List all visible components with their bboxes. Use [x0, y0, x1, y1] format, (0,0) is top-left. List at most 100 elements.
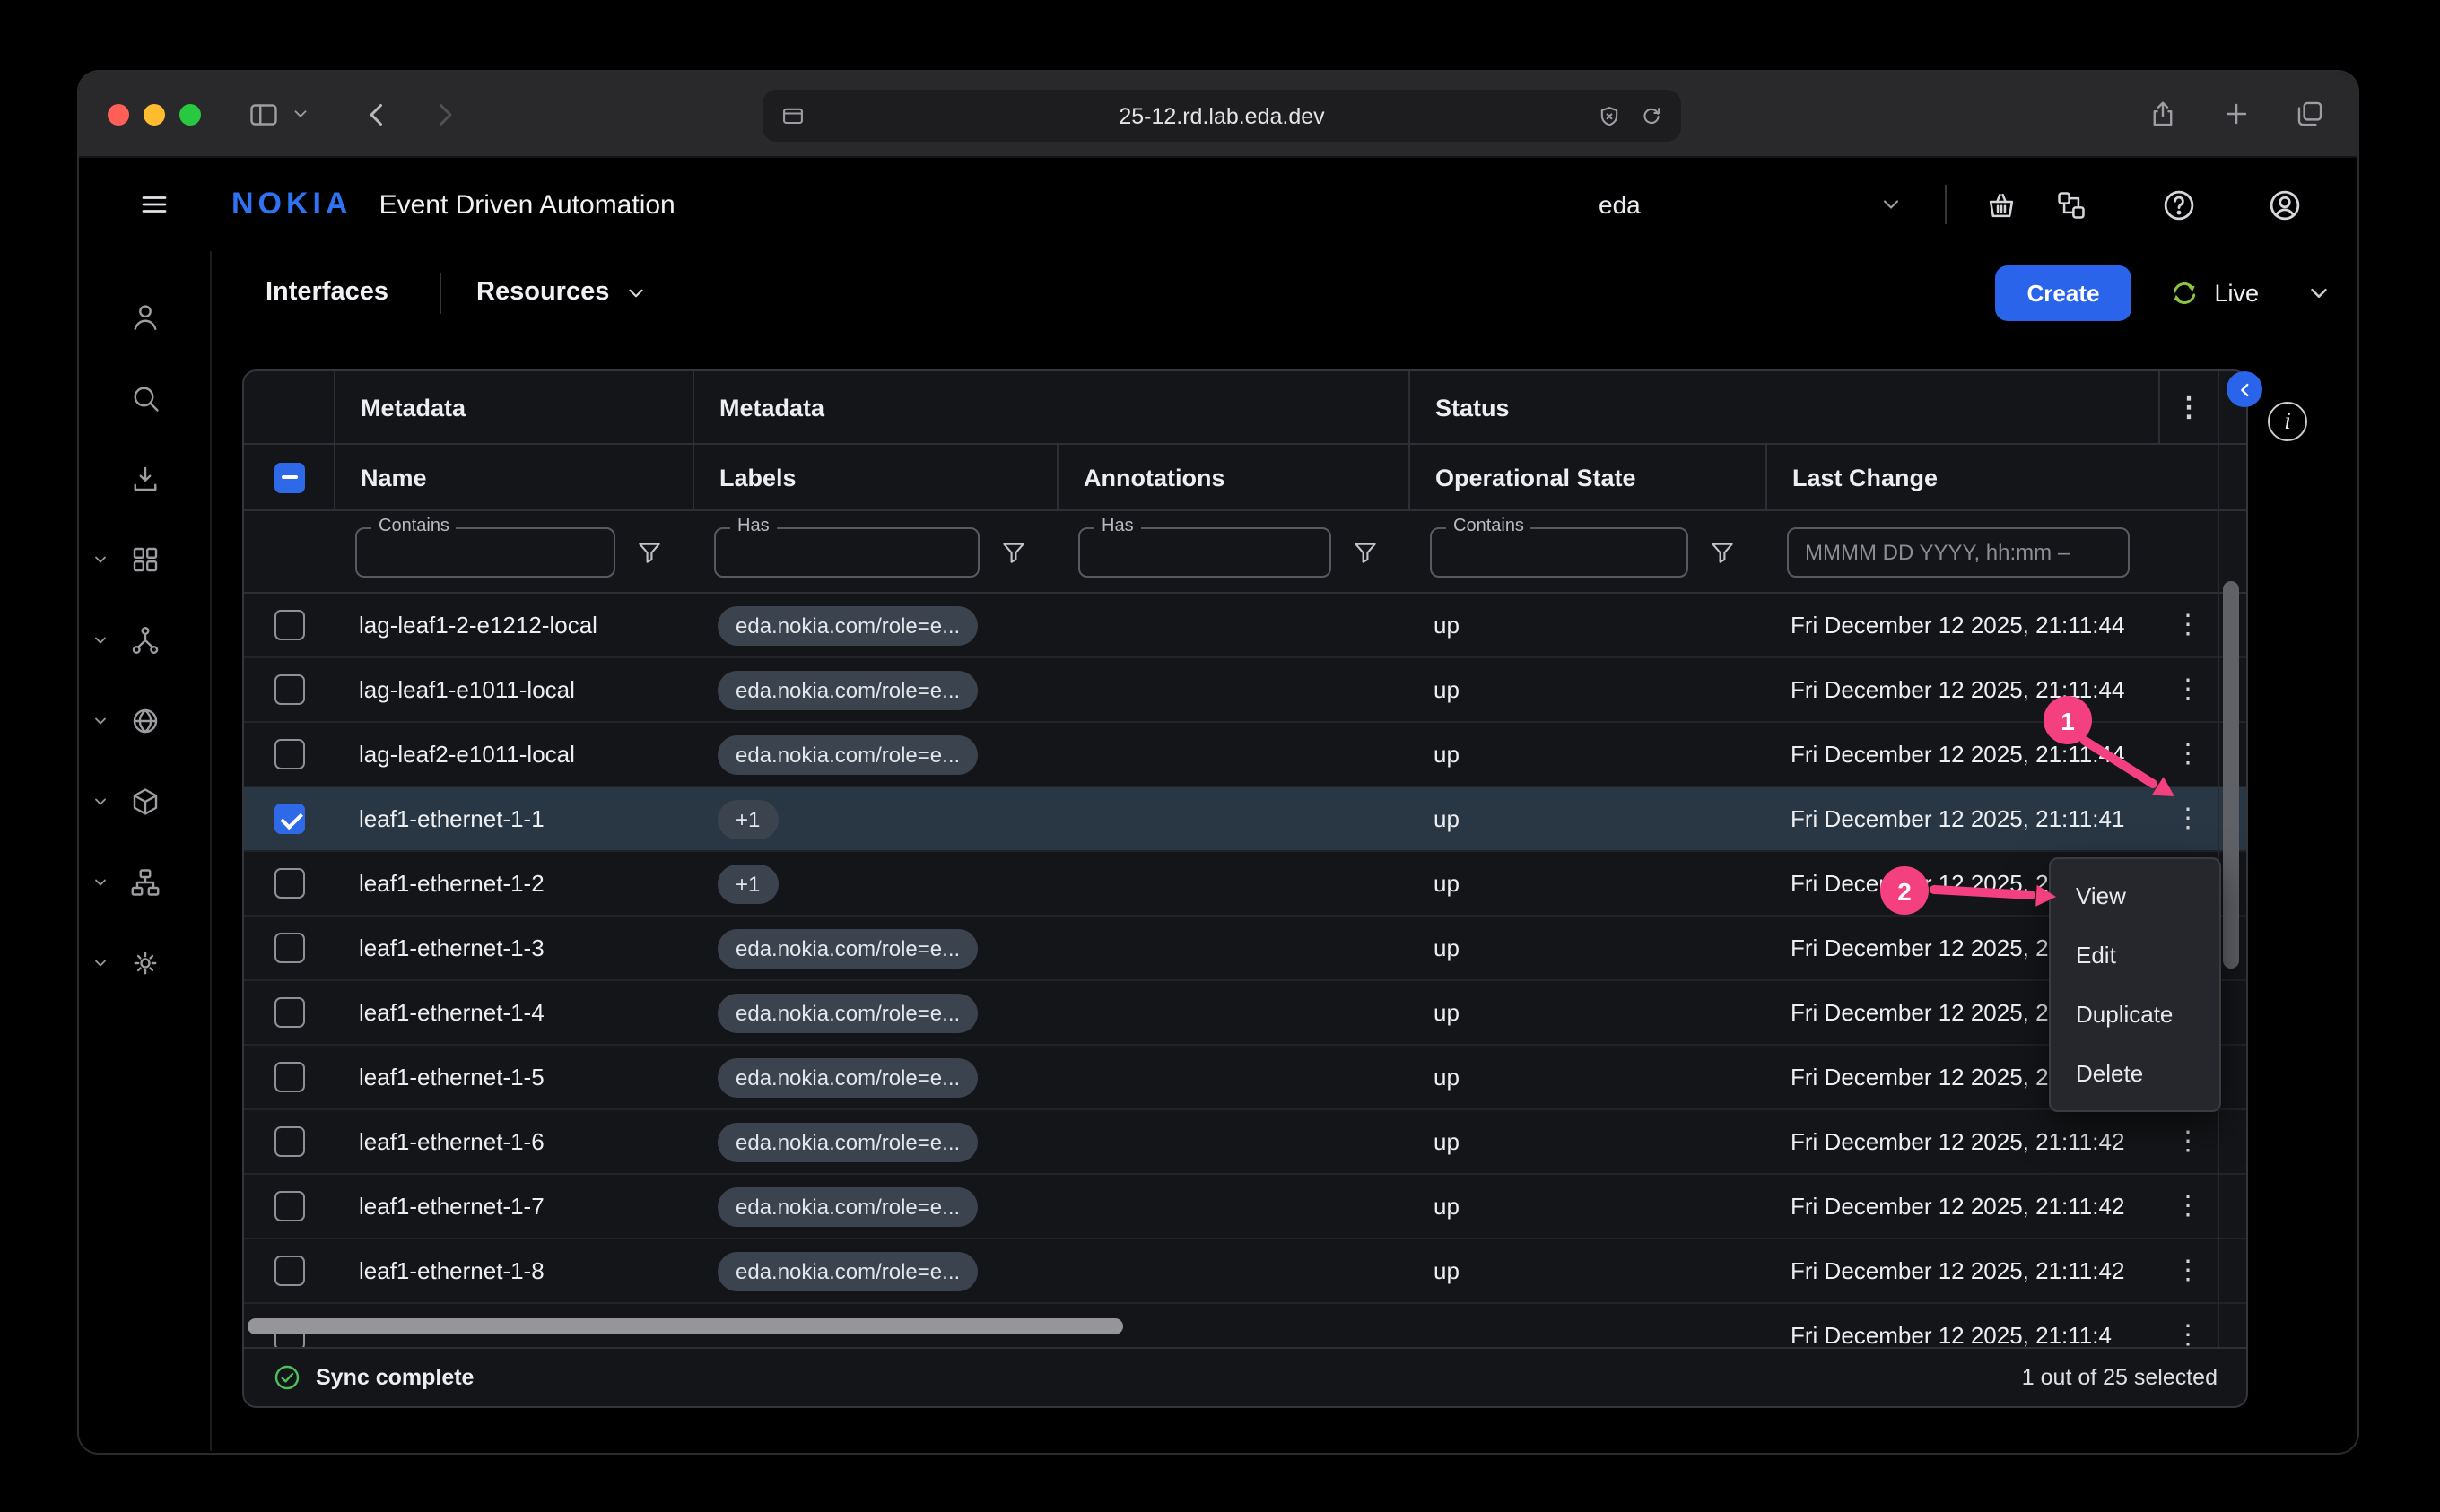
sidebar-group-settings[interactable]	[79, 922, 210, 1003]
environment-selector[interactable]: eda	[1599, 190, 1904, 219]
label-chip[interactable]: +1	[718, 864, 778, 903]
forward-button[interactable]	[429, 98, 461, 130]
row-actions-button[interactable]	[2174, 612, 2201, 639]
resources-dropdown[interactable]: Resources	[476, 278, 647, 307]
table-row[interactable]: lag-leaf1-2-e1212-local eda.nokia.com/ro…	[244, 594, 2246, 658]
label-chip[interactable]: eda.nokia.com/role=e...	[718, 1186, 978, 1226]
label-chip[interactable]: eda.nokia.com/role=e...	[718, 1251, 978, 1290]
horizontal-scrollbar[interactable]	[248, 1318, 1123, 1334]
label-chip[interactable]: +1	[718, 799, 778, 839]
chevron-down-icon[interactable]	[2305, 279, 2332, 306]
sidebar-group-sitemap[interactable]	[79, 841, 210, 922]
workflow-icon[interactable]	[2054, 187, 2088, 222]
annotations-filter-input[interactable]: Has	[1078, 526, 1331, 577]
menu-item-view[interactable]: View	[2051, 866, 2219, 925]
sidebar-item-import[interactable]	[79, 438, 210, 518]
select-all-checkbox[interactable]	[274, 462, 304, 492]
label-chip[interactable]: eda.nokia.com/role=e...	[718, 1122, 978, 1161]
share-icon[interactable]	[2148, 99, 2178, 129]
column-annotations[interactable]: Annotations	[1057, 445, 1408, 509]
tabs-overview-icon[interactable]	[2295, 99, 2325, 129]
label-chip[interactable]: eda.nokia.com/role=e...	[718, 993, 978, 1032]
menu-item-edit[interactable]: Edit	[2051, 925, 2219, 985]
label-chip[interactable]: eda.nokia.com/role=e...	[718, 734, 978, 774]
row-checkbox[interactable]	[274, 1256, 304, 1286]
chevron-down-icon[interactable]	[92, 711, 109, 729]
info-button[interactable]	[2268, 402, 2307, 441]
column-operational-state[interactable]: Operational State	[1408, 445, 1765, 509]
address-bar[interactable]: 25-12.rd.lab.eda.dev	[762, 90, 1681, 142]
label-chip[interactable]: eda.nokia.com/role=e...	[718, 1057, 978, 1097]
row-actions-button[interactable]	[2174, 1257, 2201, 1284]
row-checkbox[interactable]	[274, 739, 304, 769]
hamburger-menu-icon[interactable]	[138, 188, 170, 221]
row-checkbox[interactable]	[274, 933, 304, 963]
row-checkbox[interactable]	[274, 997, 304, 1028]
filter-funnel-icon[interactable]	[999, 537, 1028, 566]
table-row[interactable]: leaf1-ethernet-1-8 eda.nokia.com/role=e.…	[244, 1239, 2246, 1304]
menu-item-duplicate[interactable]: Duplicate	[2051, 985, 2219, 1044]
sidebar-group-global[interactable]	[79, 680, 210, 760]
create-button[interactable]: Create	[1995, 265, 2132, 320]
table-row[interactable]: lag-leaf2-e1011-local eda.nokia.com/role…	[244, 723, 2246, 787]
vertical-scrollbar[interactable]	[2223, 581, 2239, 969]
row-actions-button[interactable]	[2174, 1128, 2201, 1155]
row-checkbox[interactable]	[274, 674, 304, 705]
column-name[interactable]: Name	[334, 445, 693, 509]
chevron-down-icon[interactable]	[92, 873, 109, 891]
filter-funnel-icon[interactable]	[1708, 537, 1737, 566]
sidebar-toggle-icon[interactable]	[248, 98, 280, 130]
help-icon[interactable]	[2160, 186, 2198, 223]
date-filter-input[interactable]	[1787, 526, 2130, 577]
table-row[interactable]: leaf1-ethernet-1-6 eda.nokia.com/role=e.…	[244, 1110, 2246, 1175]
row-checkbox[interactable]	[274, 868, 304, 899]
label-chip[interactable]: eda.nokia.com/role=e...	[718, 670, 978, 709]
filter-funnel-icon[interactable]	[635, 537, 664, 566]
privacy-shield-icon[interactable]	[1597, 103, 1622, 128]
label-chip[interactable]: eda.nokia.com/role=e...	[718, 928, 978, 968]
menu-item-delete[interactable]: Delete	[2051, 1044, 2219, 1103]
sidebar-group-resources[interactable]	[79, 760, 210, 841]
table-row[interactable]: lag-leaf1-e1011-local eda.nokia.com/role…	[244, 658, 2246, 723]
row-actions-button[interactable]	[2174, 1193, 2201, 1220]
user-avatar-icon[interactable]	[2266, 186, 2304, 223]
name-filter-input[interactable]: Contains	[355, 526, 615, 577]
row-checkbox[interactable]	[274, 1126, 304, 1157]
column-labels[interactable]: Labels	[693, 445, 1057, 509]
collapse-panel-button[interactable]	[2226, 371, 2262, 407]
chevron-down-icon[interactable]	[92, 630, 109, 648]
chevron-down-icon[interactable]	[92, 792, 109, 810]
row-actions-button[interactable]	[2174, 805, 2201, 832]
row-actions-button[interactable]	[2174, 741, 2201, 768]
row-checkbox[interactable]	[274, 1062, 304, 1092]
state-filter-input[interactable]: Contains	[1430, 526, 1688, 577]
sidebar-item-users[interactable]	[79, 276, 210, 357]
chevron-down-icon[interactable]	[291, 104, 310, 124]
traffic-light-minimize[interactable]	[144, 103, 165, 125]
row-checkbox[interactable]	[274, 610, 304, 640]
chevron-down-icon[interactable]	[92, 953, 109, 971]
table-row[interactable]: leaf1-ethernet-1-2 +1 up Fri December 12…	[244, 852, 2246, 917]
reload-icon[interactable]	[1640, 104, 1663, 127]
column-settings-button[interactable]	[2158, 371, 2218, 443]
live-status[interactable]: Live	[2167, 275, 2259, 309]
back-button[interactable]	[361, 98, 393, 130]
sidebar-group-apps[interactable]	[79, 518, 210, 599]
table-row[interactable]: leaf1-ethernet-1-3 eda.nokia.com/role=e.…	[244, 917, 2246, 981]
row-checkbox[interactable]	[274, 1191, 304, 1221]
row-actions-button[interactable]	[2174, 676, 2201, 703]
column-last-change[interactable]: Last Change	[1765, 445, 2158, 509]
table-row[interactable]: leaf1-ethernet-1-4 eda.nokia.com/role=e.…	[244, 981, 2246, 1046]
table-row[interactable]: leaf1-ethernet-1-5 eda.nokia.com/role=e.…	[244, 1046, 2246, 1110]
traffic-light-close[interactable]	[108, 103, 129, 125]
chevron-down-icon[interactable]	[92, 550, 109, 568]
table-row[interactable]: leaf1-ethernet-1-7 eda.nokia.com/role=e.…	[244, 1175, 2246, 1239]
basket-icon[interactable]	[1984, 187, 2018, 222]
labels-filter-input[interactable]: Has	[714, 526, 980, 577]
new-tab-icon[interactable]	[2221, 99, 2252, 129]
row-actions-button[interactable]	[2174, 1322, 2201, 1347]
sidebar-group-topology[interactable]	[79, 599, 210, 680]
label-chip[interactable]: eda.nokia.com/role=e...	[718, 605, 978, 645]
sidebar-item-search[interactable]	[79, 357, 210, 438]
traffic-light-zoom[interactable]	[179, 103, 201, 125]
